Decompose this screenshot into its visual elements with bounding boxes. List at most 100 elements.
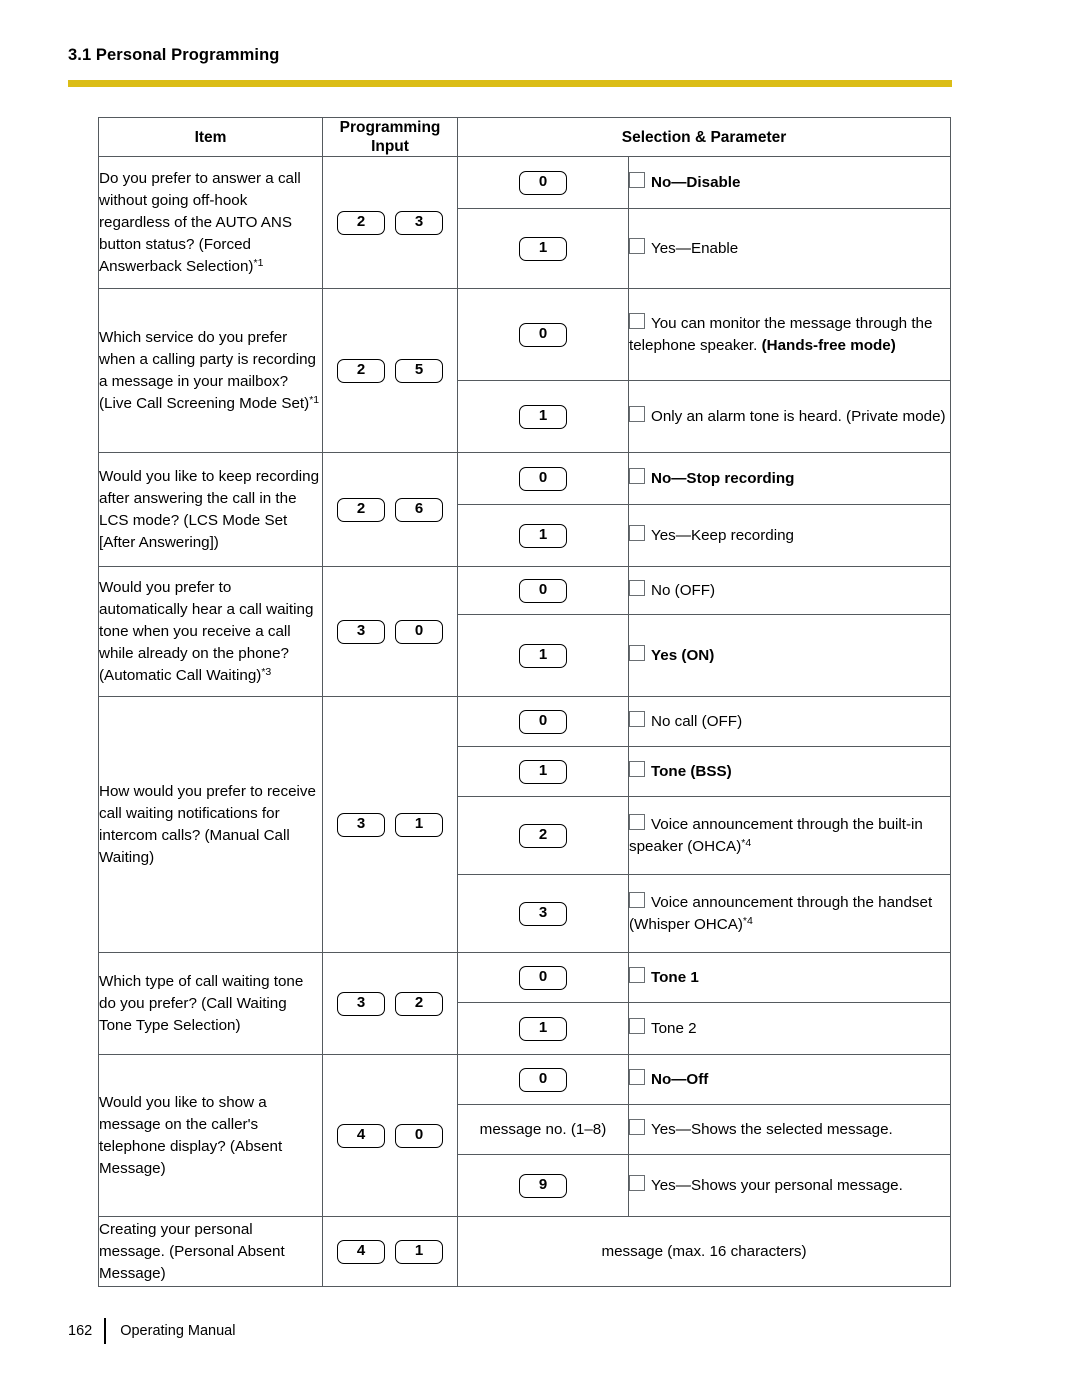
parameter-label: Voice announcement through the built-in …	[629, 816, 923, 855]
key-glyph-0: 0	[395, 1124, 443, 1148]
checkbox-icon[interactable]	[629, 313, 645, 330]
item-description: Do you prefer to answer a call without g…	[98, 156, 323, 290]
parameter-option[interactable]: Voice announcement through the handset (…	[627, 874, 952, 954]
checkbox-icon[interactable]	[629, 406, 645, 423]
header-item: Item	[98, 116, 323, 158]
parameter-label: No—Off	[651, 1071, 709, 1089]
key-glyph-2: 2	[337, 359, 385, 383]
page-header: 3.1 Personal Programming	[68, 46, 952, 64]
programming-input-keys: 25	[322, 288, 458, 454]
parameter-option[interactable]: Tone 1	[627, 952, 952, 1004]
key-glyph-1: 1	[519, 1017, 567, 1041]
parameter-footnote-marker: *4	[741, 836, 752, 849]
selection-key-text: message no. (1–8)	[457, 1104, 629, 1156]
parameter-option[interactable]: Tone 2	[627, 1002, 952, 1056]
key-pair: 26	[332, 498, 448, 522]
footer-page-number: 162	[68, 1323, 93, 1339]
selection-key: 1	[457, 1002, 629, 1056]
key-glyph-3: 3	[519, 902, 567, 926]
parameter-label-emphasis: (Hands-free mode)	[761, 336, 896, 354]
parameter-option[interactable]: Yes—Enable	[627, 208, 952, 290]
checkbox-icon[interactable]	[629, 1018, 645, 1035]
table-row: Would you like to show a message on the …	[98, 1054, 952, 1218]
key-glyph-3: 3	[337, 813, 385, 837]
table-row: Would you like to keep recording after a…	[98, 452, 952, 568]
parameter-option[interactable]: Yes (ON)	[627, 614, 952, 698]
parameter-label: Tone 1	[651, 969, 699, 987]
key-glyph-3: 3	[395, 211, 443, 235]
selection-key: 1	[457, 208, 629, 290]
header-programming-line1: Programming	[339, 119, 441, 136]
key-glyph-3: 3	[337, 620, 385, 644]
parameter-option[interactable]: Tone (BSS)	[627, 746, 952, 798]
key-pair: 30	[332, 620, 448, 644]
checkbox-icon[interactable]	[629, 711, 645, 728]
header-programming-line2: Input	[371, 138, 409, 156]
key-pair: 41	[332, 1240, 448, 1264]
parameter-option[interactable]: No (OFF)	[627, 566, 952, 616]
checkbox-icon[interactable]	[629, 525, 645, 542]
checkbox-icon[interactable]	[629, 967, 645, 984]
parameter-footnote-marker: *4	[742, 914, 753, 927]
parameter-option[interactable]: No—Off	[627, 1054, 952, 1106]
checkbox-icon[interactable]	[629, 238, 645, 255]
parameter-option[interactable]: Yes—Shows the selected message.	[627, 1104, 952, 1156]
accent-rule	[68, 80, 952, 87]
selection-key: 0	[457, 952, 629, 1004]
checkbox-icon[interactable]	[629, 580, 645, 597]
key-glyph-0: 0	[519, 323, 567, 347]
checkbox-icon[interactable]	[629, 172, 645, 189]
item-description: Would you like to keep recording after a…	[98, 452, 323, 568]
checkbox-icon[interactable]	[629, 814, 645, 831]
parameter-option[interactable]: Only an alarm tone is heard. (Private mo…	[627, 380, 952, 454]
table-row: How would you prefer to receive call wai…	[98, 696, 952, 954]
key-glyph-9: 9	[519, 1174, 567, 1198]
parameter-option[interactable]: No—Disable	[627, 156, 952, 210]
parameter-label: No—Stop recording	[651, 470, 795, 488]
footer-manual-title: Operating Manual	[120, 1323, 236, 1339]
parameter-label: No call (OFF)	[651, 713, 743, 731]
parameter-option[interactable]: Voice announcement through the built-in …	[627, 796, 952, 876]
table-row: Which service do you prefer when a calli…	[98, 288, 952, 454]
item-description: Would you like to show a message on the …	[98, 1054, 323, 1218]
key-glyph-0: 0	[519, 1068, 567, 1092]
selection-key: 9	[457, 1154, 629, 1218]
checkbox-icon[interactable]	[629, 761, 645, 778]
page-title: 3.1 Personal Programming	[68, 46, 280, 64]
checkbox-icon[interactable]	[629, 1175, 645, 1192]
checkbox-icon[interactable]	[629, 645, 645, 662]
key-glyph-1: 1	[395, 1240, 443, 1264]
parameter-label: Yes (ON)	[651, 647, 715, 665]
key-glyph-0: 0	[519, 579, 567, 603]
header-selection-parameter: Selection & Parameter	[456, 116, 952, 158]
key-glyph-6: 6	[395, 498, 443, 522]
key-glyph-2: 2	[337, 211, 385, 235]
key-glyph-2: 2	[395, 992, 443, 1016]
key-pair: 31	[332, 813, 448, 837]
checkbox-icon[interactable]	[629, 1119, 645, 1136]
selection-key: 0	[457, 452, 629, 506]
page-footer: 162 Operating Manual	[68, 1318, 952, 1344]
selection-key: 0	[457, 1054, 629, 1106]
parameter-label: Yes—Keep recording	[651, 527, 794, 545]
checkbox-icon[interactable]	[629, 892, 645, 909]
selection-key: 1	[457, 504, 629, 568]
key-glyph-1: 1	[519, 237, 567, 261]
parameter-note: message (max. 16 characters)	[456, 1216, 952, 1288]
programming-table-wrapper: Item Programming Input Selection & Param…	[98, 116, 952, 1288]
programming-table: Item Programming Input Selection & Param…	[98, 116, 952, 1288]
key-glyph-0: 0	[395, 620, 443, 644]
checkbox-icon[interactable]	[629, 468, 645, 485]
parameter-option[interactable]: Yes—Shows your personal message.	[627, 1154, 952, 1218]
key-pair: 40	[332, 1124, 448, 1148]
checkbox-icon[interactable]	[629, 1069, 645, 1086]
parameter-option[interactable]: Yes—Keep recording	[627, 504, 952, 568]
parameter-option[interactable]: No—Stop recording	[627, 452, 952, 506]
selection-key: 0	[457, 566, 629, 616]
programming-input-keys: 40	[322, 1054, 458, 1218]
parameter-option[interactable]: You can monitor the message through the …	[627, 288, 952, 382]
parameter-label: Tone 2	[651, 1020, 697, 1038]
parameter-option[interactable]: No call (OFF)	[627, 696, 952, 748]
item-footnote-marker: *3	[261, 665, 272, 678]
selection-key: 3	[457, 874, 629, 954]
